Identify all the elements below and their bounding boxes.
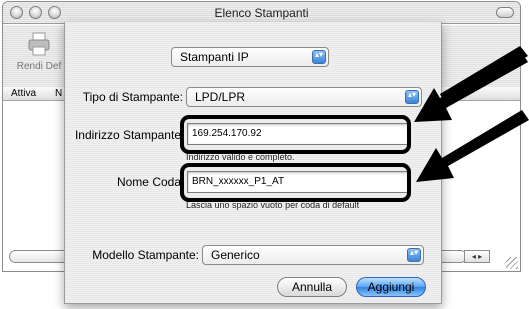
window-title: Elenco Stampanti bbox=[214, 6, 309, 20]
queue-name-label: Nome Coda bbox=[116, 175, 181, 189]
printer-model-popup[interactable]: Generico ▴▾ bbox=[202, 245, 424, 265]
column-header-active[interactable]: Attiva bbox=[11, 88, 36, 99]
popup-arrows-icon: ▴▾ bbox=[312, 50, 326, 64]
printer-model-label: Modello Stampante: bbox=[92, 248, 199, 262]
toolbar-toggle-button[interactable] bbox=[496, 7, 514, 18]
connection-type-value: Stampanti IP bbox=[180, 50, 249, 64]
printer-type-popup[interactable]: LPD/LPR ▴▾ bbox=[186, 87, 422, 107]
make-default-button[interactable]: Rendi Def bbox=[11, 31, 67, 72]
queue-field-highlight bbox=[180, 163, 411, 202]
printer-model-value: Generico bbox=[211, 248, 260, 262]
popup-arrows-icon: ▴▾ bbox=[407, 248, 421, 262]
column-header-name[interactable]: N bbox=[55, 88, 62, 99]
cancel-button[interactable]: Annulla bbox=[277, 277, 347, 297]
printer-type-label: Tipo di Stampante: bbox=[82, 90, 183, 104]
printer-icon bbox=[28, 32, 50, 56]
printer-address-label: Indirizzo Stampante bbox=[74, 128, 181, 142]
resize-grip[interactable] bbox=[506, 257, 518, 269]
connection-type-popup[interactable]: Stampanti IP ▴▾ bbox=[171, 47, 329, 67]
printer-type-value: LPD/LPR bbox=[195, 90, 246, 104]
make-default-label: Rendi Def bbox=[16, 61, 62, 72]
add-button[interactable]: Aggiungi bbox=[356, 277, 426, 297]
address-field-highlight bbox=[180, 115, 411, 154]
scroll-arrows-button[interactable]: ◂ ▸ bbox=[464, 250, 490, 263]
annotation-arrow-icon bbox=[416, 110, 529, 182]
title-bar: Elenco Stampanti bbox=[3, 2, 520, 24]
